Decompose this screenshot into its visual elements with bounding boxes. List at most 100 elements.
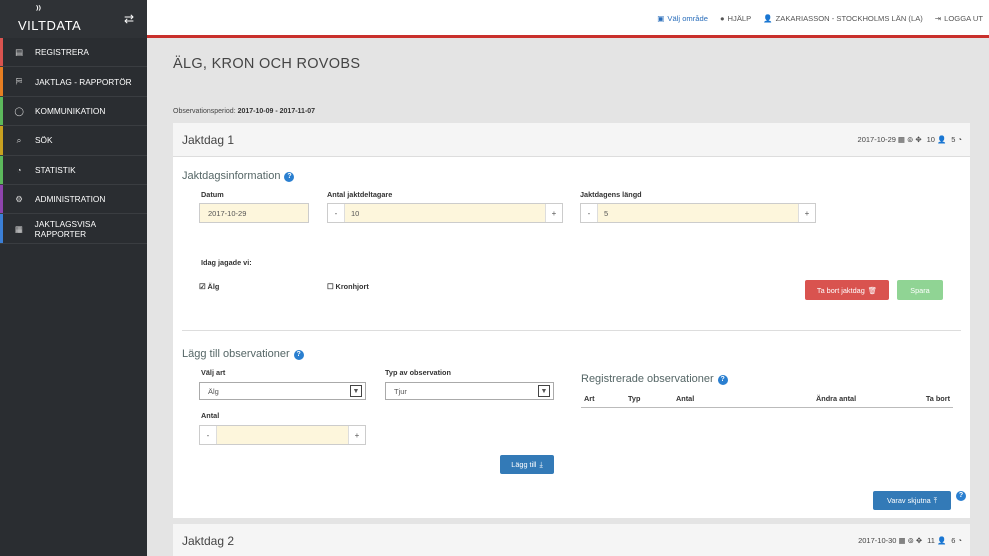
user-link[interactable]: 👤 ZAKARIASSON - STOCKHOLMS LÄN (LA): [763, 14, 923, 23]
sidebar-item-label: STATISTIK: [35, 164, 76, 175]
col-art: Art: [584, 394, 595, 403]
species-label: Välj art: [201, 368, 226, 377]
download-icon: ⤓: [539, 459, 543, 469]
app-logo[interactable]: ⁾⁾ VILTDATA ⇄: [0, 0, 147, 38]
hunt-day-participants: 10: [926, 135, 935, 144]
save-button[interactable]: Spara: [897, 280, 943, 300]
count-stepper: - +: [199, 425, 366, 445]
species-select-value: Älg: [208, 387, 219, 396]
add-observation-button[interactable]: Lägg till ⤓: [500, 455, 554, 474]
count-input[interactable]: [216, 426, 349, 444]
top-nav: ▣ Välj område ● HJÄLP 👤 ZAKARIASSON - ST…: [657, 14, 983, 23]
checkbox-checked-icon: ☑: [199, 282, 206, 291]
checkbox-alg[interactable]: ☑ Älg: [199, 282, 219, 291]
shot-button-label: Varav skjutna: [887, 496, 931, 505]
sidebar-item-label: JAKTLAGSVISA RAPPORTER: [34, 218, 96, 239]
length-increment[interactable]: +: [799, 204, 815, 222]
user-icon: 👤: [936, 536, 947, 545]
participants-increment[interactable]: +: [546, 204, 562, 222]
calendar-icon: ▦: [898, 536, 906, 545]
length-input[interactable]: 5: [597, 204, 799, 222]
hunt-day-hours: 6: [951, 536, 956, 545]
section-divider: [182, 330, 961, 331]
sidebar-item-statistik[interactable]: ◔ STATISTIK: [0, 155, 147, 185]
help-icon[interactable]: ?: [293, 350, 304, 360]
sidebar-item-label: JAKTLAG - RAPPORTÖR: [35, 76, 132, 87]
period-label: Observationsperiod:: [173, 108, 236, 115]
sidebar-item-jaktlag-rapportör[interactable]: ⛿ JAKTLAG - RAPPORTÖR: [0, 67, 147, 97]
sidebar-item-label: REGISTRERA: [35, 47, 89, 58]
checkbox-unchecked-icon: ☐: [327, 282, 334, 291]
help-link[interactable]: ● HJÄLP: [720, 14, 751, 23]
report-icon: ▦: [14, 223, 23, 234]
sidebar-item-jaktlagsvisa-rapporter[interactable]: ▦ JAKTLAGSVISA RAPPORTER: [0, 214, 147, 244]
length-label: Jaktdagens längd: [580, 190, 642, 199]
crosshair-icon: ✥: [915, 536, 923, 545]
sidebar-item-sök[interactable]: ⌕ SÖK: [0, 126, 147, 156]
help-label: HJÄLP: [727, 14, 752, 23]
map-icon: ▣: [657, 14, 665, 23]
participants-label: Antal jaktdeltagare: [327, 190, 393, 199]
trash-icon: 🗑: [867, 285, 878, 295]
sidebar-item-kommunikation[interactable]: ◯ KOMMUNIKATION: [0, 96, 147, 127]
observations-table-header: Art Typ Antal Ändra antal Ta bort: [581, 394, 953, 408]
hunt-day-summary: 2017-10-29 ▦ ⊚ ✥ 10 👤 5 ◔: [858, 135, 962, 144]
sidebar-nav: ▤ REGISTRERA ⛿ JAKTLAG - RAPPORTÖR ◯ KOMMUNIK…: [0, 38, 147, 244]
period-value: 2017-10-09 - 2017-11-07: [237, 108, 316, 115]
col-antal: Antal: [676, 394, 695, 403]
select-area-label: Välj område: [667, 14, 708, 23]
logout-link[interactable]: ⇥ LOGGA UT: [935, 14, 983, 23]
sidebar-item-administration[interactable]: ⚙ ADMINISTRATION: [0, 184, 147, 215]
clipboard-icon: ▤: [15, 47, 23, 58]
obs-type-select-value: Tjur: [394, 387, 407, 396]
sidebar-item-label: ADMINISTRATION: [35, 194, 106, 205]
count-decrement[interactable]: -: [200, 426, 216, 444]
sidebar-item-accent: [0, 126, 3, 155]
help-icon[interactable]: ?: [717, 375, 728, 385]
col-typ: Typ: [628, 394, 641, 403]
logout-icon: ⇥: [934, 14, 942, 23]
registered-observations-heading: Registrerade observationer?: [581, 373, 728, 385]
col-ta-bort: Ta bort: [925, 394, 950, 403]
pie-chart-icon: ◔: [16, 164, 22, 175]
help-circle-icon: ●: [719, 14, 725, 23]
obs-type-select[interactable]: Tjur ▼: [385, 382, 554, 400]
participants-input[interactable]: 10: [344, 204, 546, 222]
sidebar: ⁾⁾ VILTDATA ⇄ ▤ REGISTRERA ⛿ JAKTLAG - RAPP…: [0, 0, 147, 556]
hunt-day-title: Jaktdag 1: [182, 133, 235, 147]
user-icon: 👤: [763, 14, 773, 23]
sidebar-toggle-icon[interactable]: ⇄: [124, 12, 134, 26]
sidebar-item-label: SÖK: [35, 135, 53, 146]
help-icon[interactable]: ?: [284, 172, 295, 182]
hunt-day-summary: 2017-10-30 ▦ ⊚ ✥ 11 👤 6 ◔: [858, 536, 962, 545]
gear-icon: ⚙: [15, 194, 23, 205]
shot-button[interactable]: Varav skjutna ⤒: [873, 491, 951, 510]
length-decrement[interactable]: -: [581, 204, 597, 222]
sidebar-item-registrera[interactable]: ▤ REGISTRERA: [0, 38, 147, 68]
sidebar-item-accent: [0, 38, 3, 67]
delete-hunt-day-button[interactable]: Ta bort jaktdag 🗑: [805, 280, 889, 300]
user-label: ZAKARIASSON - STOCKHOLMS LÄN (LA): [775, 14, 923, 23]
help-icon[interactable]: ?: [956, 491, 966, 501]
add-observation-label: Lägg till: [511, 460, 537, 469]
hunt-info-heading: Jaktdagsinformation?: [182, 170, 295, 182]
date-label: Datum: [201, 190, 224, 199]
hunt-day-header-1[interactable]: Jaktdag 1 2017-10-29 ▦ ⊚ ✥ 10 👤 5 ◔: [173, 123, 970, 157]
count-increment[interactable]: +: [349, 426, 365, 444]
date-field[interactable]: 2017-10-29: [199, 203, 309, 223]
participants-decrement[interactable]: -: [328, 204, 344, 222]
select-area-link[interactable]: ▣ Välj område: [657, 14, 708, 23]
binoculars-icon: ⊚: [907, 135, 914, 144]
app-brand: VILTDATA: [18, 18, 82, 33]
col-andra-antal: Ändra antal: [816, 394, 857, 403]
hunt-day-date: 2017-10-30: [858, 536, 897, 545]
checkbox-kronhjort[interactable]: ☐ Kronhjort: [327, 282, 369, 291]
upload-icon: ⤒: [933, 495, 937, 505]
participants-stepper: - 10 +: [327, 203, 563, 223]
binoculars-icon: ⊚: [907, 536, 914, 545]
length-stepper: - 5 +: [580, 203, 816, 223]
species-select[interactable]: Älg ▼: [199, 382, 366, 400]
hunt-day-hours: 5: [951, 135, 956, 144]
observation-period: Observationsperiod: 2017-10-09 - 2017-11…: [173, 108, 315, 115]
hunt-day-header-2[interactable]: Jaktdag 2 2017-10-30 ▦ ⊚ ✥ 11 👤 6 ◔: [173, 524, 970, 556]
